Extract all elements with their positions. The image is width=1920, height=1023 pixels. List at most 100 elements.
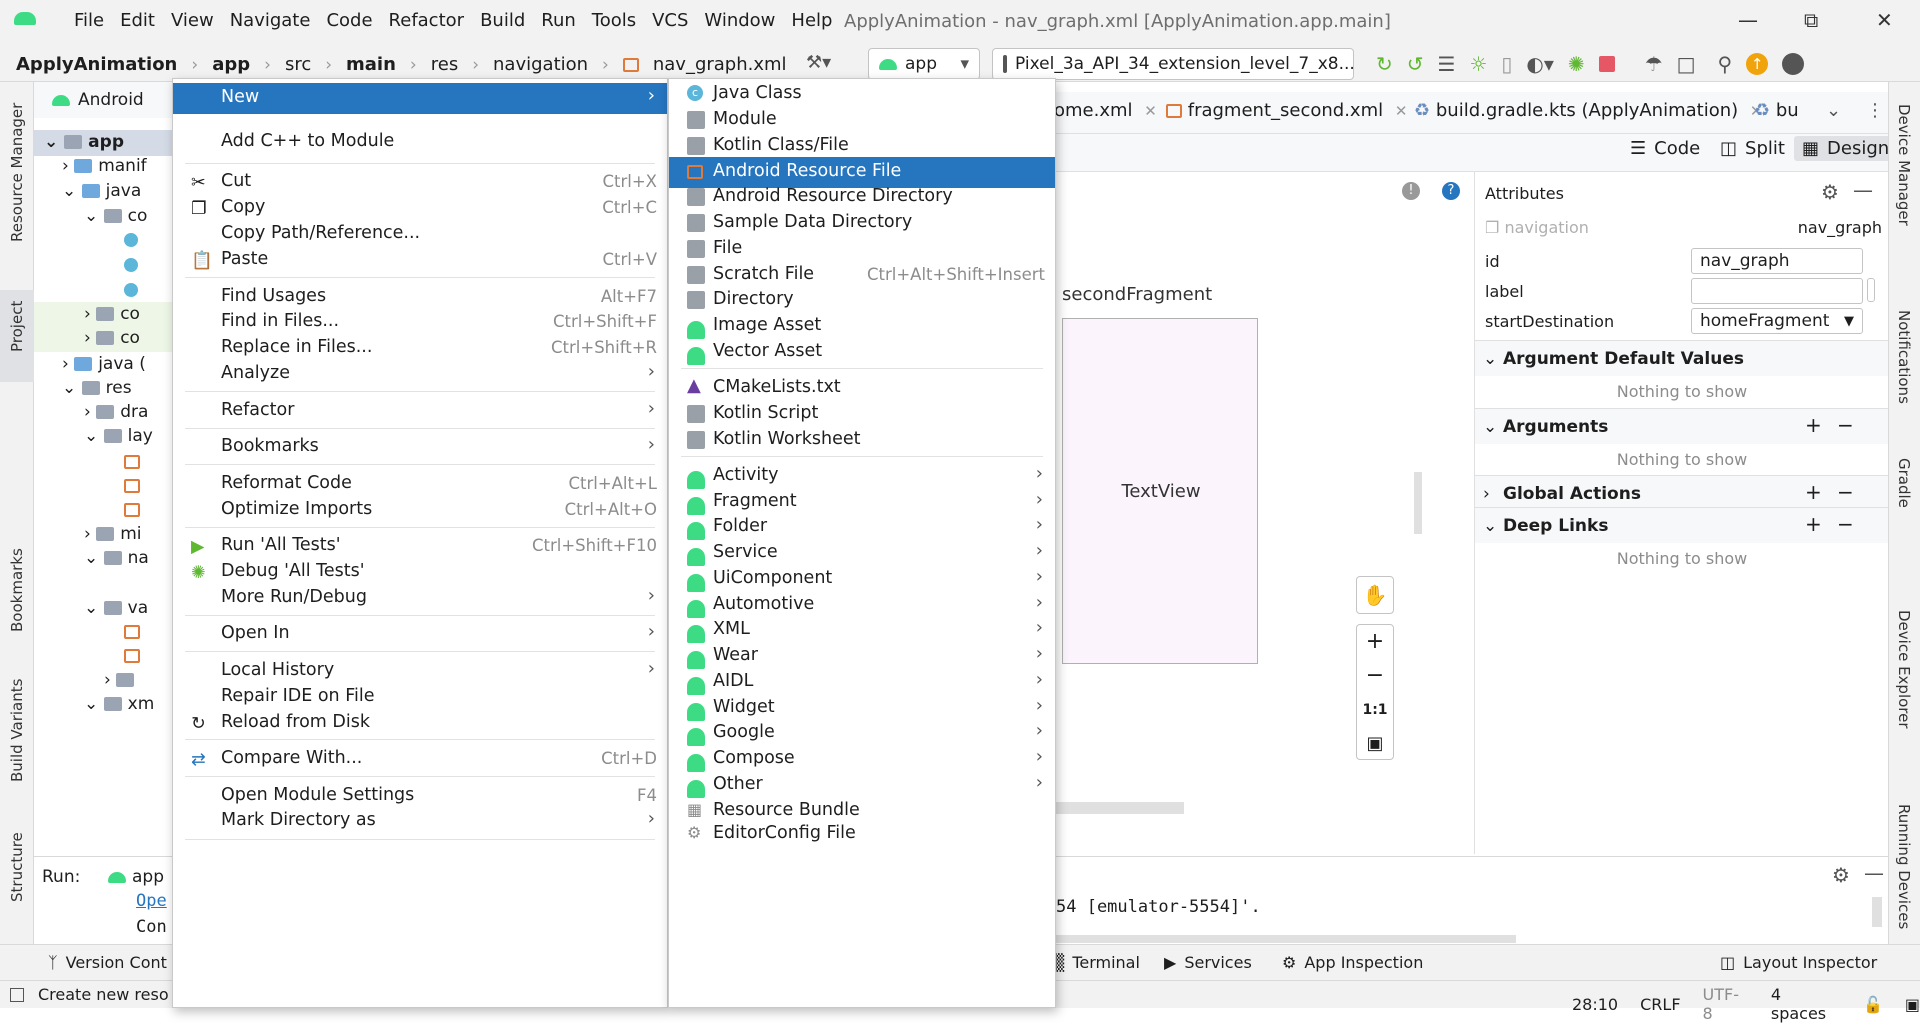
menu-item-analyze[interactable]: Analyze › [173,359,667,390]
xml-file-icon[interactable] [124,622,140,642]
caret-position[interactable]: 28:10 [1572,995,1618,1014]
menu-item-vector-asset[interactable]: Vector Asset [669,337,1055,368]
project-tab[interactable]: Project [8,301,26,352]
more-options-icon[interactable]: ⋮ [1866,100,1884,121]
view-mode-design[interactable]: ▦ Design [1794,136,1898,161]
project-view-selector[interactable]: Android [34,82,174,118]
terminal-tab[interactable]: ▒ Terminal [1052,953,1140,972]
section-argument-defaults[interactable]: ⌄ Argument Default Values [1475,340,1889,376]
tree-item-values[interactable]: ⌄ va [84,598,148,618]
section-global-actions[interactable]: › Global Actions + − [1475,475,1889,511]
gear-icon[interactable]: ⚙ [1821,180,1839,204]
apply-code-changes-icon[interactable]: ↺ [1407,52,1424,76]
menu-file[interactable]: File [66,10,112,31]
tree-item-layout[interactable]: ⌄ lay [84,426,153,446]
breadcrumb-src[interactable]: src [285,54,311,75]
xml-file-icon[interactable] [124,500,140,520]
kotlin-class-icon[interactable] [124,232,138,252]
device-selector[interactable]: Pixel_3a_API_34_extension_level_7_x8... [992,48,1354,80]
pan-hand-icon[interactable]: ✋ [1356,576,1394,614]
file-encoding[interactable]: UTF-8 [1703,985,1749,1023]
debug-bug-icon[interactable]: ✺ [1568,52,1585,76]
debug-icon[interactable]: ☼ [1469,52,1487,76]
line-separator[interactable]: CRLF [1640,995,1680,1014]
attr-start-destination-select[interactable]: homeFragment ▼ [1691,308,1863,334]
apply-changes-restart-icon[interactable]: ↻ [1376,52,1393,76]
remove-action-icon[interactable]: − [1837,480,1854,504]
menu-item-mark-directory[interactable]: Mark Directory as › [173,806,667,837]
tab-build-gradle[interactable]: ♻ build.gradle.kts (ApplyAnimation) ✕ [1414,100,1762,121]
run-config-selector[interactable]: app ▾ [868,48,980,80]
menu-item-open-in[interactable]: Open In › [173,619,667,650]
breadcrumb-project[interactable]: ApplyAnimation [16,54,177,75]
tree-item-package-androidtest[interactable]: › co [84,328,140,348]
lock-icon[interactable]: 🔓 [1863,995,1883,1014]
tree-item-java[interactable]: ⌄ java [62,181,141,201]
menu-code[interactable]: Code [318,10,380,31]
menu-vcs[interactable]: VCS [644,10,696,31]
breadcrumb-app[interactable]: app [212,54,250,75]
menu-edit[interactable]: Edit [112,10,163,31]
run-config-tab[interactable]: app [108,867,164,887]
menu-tools[interactable]: Tools [584,10,644,31]
build-variants-tab[interactable]: Build Variants [8,679,26,782]
section-deep-links[interactable]: ⌄ Deep Links + − [1475,507,1889,543]
menu-run[interactable]: Run [533,10,584,31]
fragment-preview[interactable]: TextView [1062,318,1258,664]
sync-icon[interactable]: ☰ [1438,52,1456,76]
tree-item-drawable[interactable]: › dra [84,402,148,422]
zoom-out-icon[interactable]: − [1357,659,1393,693]
restore-icon[interactable]: ⧉ [1804,8,1818,32]
menu-item-refactor[interactable]: Refactor › [173,396,667,427]
menu-item-more-run-debug[interactable]: More Run/Debug › [173,583,667,614]
design-canvas[interactable]: ! ? secondFragment TextView ✋ + − 1:1 ▣ [1050,172,1474,822]
account-icon[interactable] [1782,53,1805,75]
menu-item-paste[interactable]: 📋 Paste Ctrl+V [173,245,667,276]
xml-file-icon[interactable] [124,452,140,472]
view-mode-code[interactable]: ☰ Code [1630,138,1700,159]
memory-icon[interactable]: ▣ [1905,995,1920,1014]
tree-item-java-generated[interactable]: › java ( [62,354,146,374]
stop-icon[interactable] [1598,56,1615,72]
tree-item-xml[interactable]: ⌄ xm [84,694,154,714]
menu-build[interactable]: Build [472,10,533,31]
xml-file-icon[interactable] [124,646,140,666]
layout-inspector-tab[interactable]: ◫ Layout Inspector [1720,953,1877,972]
attach-debugger-icon[interactable]: ▯ [1501,52,1512,76]
zoom-in-icon[interactable]: + [1357,625,1393,659]
close-icon[interactable]: ✕ [1876,8,1893,32]
add-deep-link-icon[interactable]: + [1805,512,1822,536]
tree-item-package[interactable]: ⌄ co [84,206,147,226]
section-arguments[interactable]: ⌄ Arguments + − [1475,408,1889,444]
menu-refactor[interactable]: Refactor [381,10,473,31]
tabs-overflow-icon[interactable]: ⌄ [1826,100,1841,121]
xml-file-icon[interactable] [124,476,140,496]
add-action-icon[interactable]: + [1805,480,1822,504]
menu-item-optimize-imports[interactable]: Optimize Imports Ctrl+Alt+O [173,495,667,526]
gradle-tab[interactable]: Gradle [1895,458,1913,508]
attr-label-input[interactable] [1691,278,1863,304]
tree-item-values-night[interactable]: › [104,670,140,690]
console-hscrollbar[interactable] [1056,935,1516,943]
kotlin-class-icon[interactable] [124,257,138,277]
attr-id-input[interactable]: nav_graph [1691,248,1863,274]
console-scrollbar[interactable] [1872,897,1882,927]
console-link[interactable]: Ope [136,891,167,911]
tree-item-mipmap[interactable]: › mi [84,524,142,544]
warning-icon[interactable]: ! [1402,182,1420,200]
add-argument-icon[interactable]: + [1805,413,1822,437]
resource-picker-icon[interactable] [1867,278,1875,302]
kotlin-class-icon[interactable] [124,282,138,302]
menu-item-bookmarks[interactable]: Bookmarks › [173,432,667,463]
indent-setting[interactable]: 4 spaces [1771,985,1841,1023]
menu-item-reload-from-disk[interactable]: ↻ Reload from Disk [173,708,667,739]
gear-icon[interactable]: ⚙ [1832,863,1850,887]
hammer-icon[interactable]: ⚒▾ [806,52,831,73]
vertical-scrollbar[interactable] [1414,472,1422,534]
tab-home-xml[interactable]: ome.xml ✕ [1054,100,1157,121]
menu-item-add-cpp[interactable]: Add C++ to Module [173,127,667,158]
remove-deep-link-icon[interactable]: − [1837,512,1854,536]
resource-manager-tab[interactable]: Resource Manager [8,103,26,242]
view-mode-split[interactable]: ◫ Split [1720,138,1785,159]
breadcrumb-file[interactable]: nav_graph.xml [653,54,787,75]
